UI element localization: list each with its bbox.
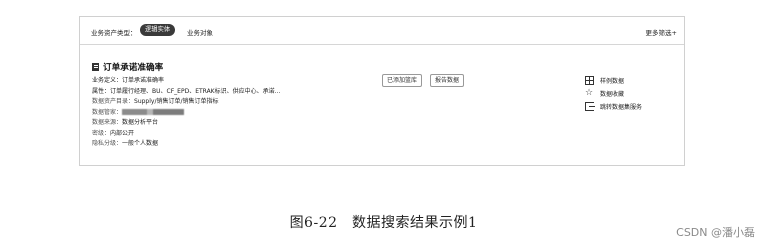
field-key: 数据管家： bbox=[92, 108, 123, 116]
action-label[interactable]: 跳转数据集服务 bbox=[600, 102, 642, 111]
jump-dataset-service-action[interactable]: 跳转数据集服务 bbox=[585, 100, 642, 113]
field-key: 属性： bbox=[92, 87, 111, 95]
field-value: Supply/销售订单/销售订单指标 bbox=[134, 98, 219, 105]
sample-data-action[interactable]: 样例数据 bbox=[585, 74, 642, 87]
filter-bar: 业务资产类型： 逻辑实体 业务对象 更多筛选+ bbox=[80, 17, 684, 45]
figure-caption: 图6-22 数据搜索结果示例1 bbox=[289, 215, 478, 231]
favorite-action[interactable]: ☆ 数据收藏 bbox=[585, 87, 642, 100]
filter-chip-business-object[interactable]: 业务对象 bbox=[187, 27, 213, 37]
field-value: 订单承诺准确率 bbox=[122, 77, 165, 84]
field-row: 隐私分级：一般个人数据 bbox=[92, 139, 280, 150]
field-row: 业务定义：订单承诺准确率 bbox=[92, 76, 280, 87]
action-label[interactable]: 数据收藏 bbox=[600, 89, 624, 98]
redacted-value bbox=[122, 109, 185, 115]
star-icon: ☆ bbox=[585, 88, 594, 98]
table-icon bbox=[585, 76, 594, 85]
result-title[interactable]: 订单承诺准确率 bbox=[92, 61, 163, 73]
search-result-card: 业务资产类型： 逻辑实体 业务对象 更多筛选+ 订单承诺准确率 业务定义：订单承… bbox=[79, 16, 685, 166]
field-key: 密级： bbox=[92, 129, 111, 137]
field-row: 数据资产目录：Supply/销售订单/销售订单指标 bbox=[92, 97, 280, 108]
tag-added-to-library[interactable]: 已添加篮库 bbox=[382, 74, 423, 87]
field-value: 订单履行经理、BU、CF_EPD、ETRAK标识、供应中心、承诺... bbox=[110, 87, 281, 95]
export-icon bbox=[585, 102, 595, 111]
filter-label: 业务资产类型： bbox=[91, 29, 137, 37]
field-key: 数据资产目录： bbox=[92, 98, 135, 105]
field-value: 一般个人数据 bbox=[122, 140, 159, 147]
tag-report-data[interactable]: 报告数据 bbox=[430, 74, 465, 87]
field-value: 数据分析平台 bbox=[122, 119, 159, 126]
field-key: 业务定义： bbox=[92, 77, 123, 84]
result-actions: 样例数据 ☆ 数据收藏 跳转数据集服务 bbox=[585, 74, 642, 113]
field-key: 数据来源： bbox=[92, 119, 123, 126]
field-row: 数据管家： bbox=[92, 108, 280, 119]
more-filter-link[interactable]: 更多筛选+ bbox=[646, 27, 677, 37]
field-value: 内部公开 bbox=[110, 129, 135, 137]
filter-chip-logical-entity[interactable]: 逻辑实体 bbox=[140, 24, 176, 36]
field-row: 数据来源：数据分析平台 bbox=[92, 118, 280, 129]
result-fields: 业务定义：订单承诺准确率 属性：订单履行经理、BU、CF_EPD、ETRAK标识… bbox=[92, 76, 280, 150]
watermark: CSDN @潘小磊 bbox=[676, 226, 755, 239]
result-title-text[interactable]: 订单承诺准确率 bbox=[103, 61, 163, 73]
field-key: 隐私分级： bbox=[92, 140, 123, 147]
field-row: 密级：内部公开 bbox=[92, 129, 280, 140]
field-row: 属性：订单履行经理、BU、CF_EPD、ETRAK标识、供应中心、承诺... bbox=[92, 87, 280, 98]
action-label[interactable]: 样例数据 bbox=[600, 76, 624, 85]
document-icon bbox=[92, 63, 99, 71]
